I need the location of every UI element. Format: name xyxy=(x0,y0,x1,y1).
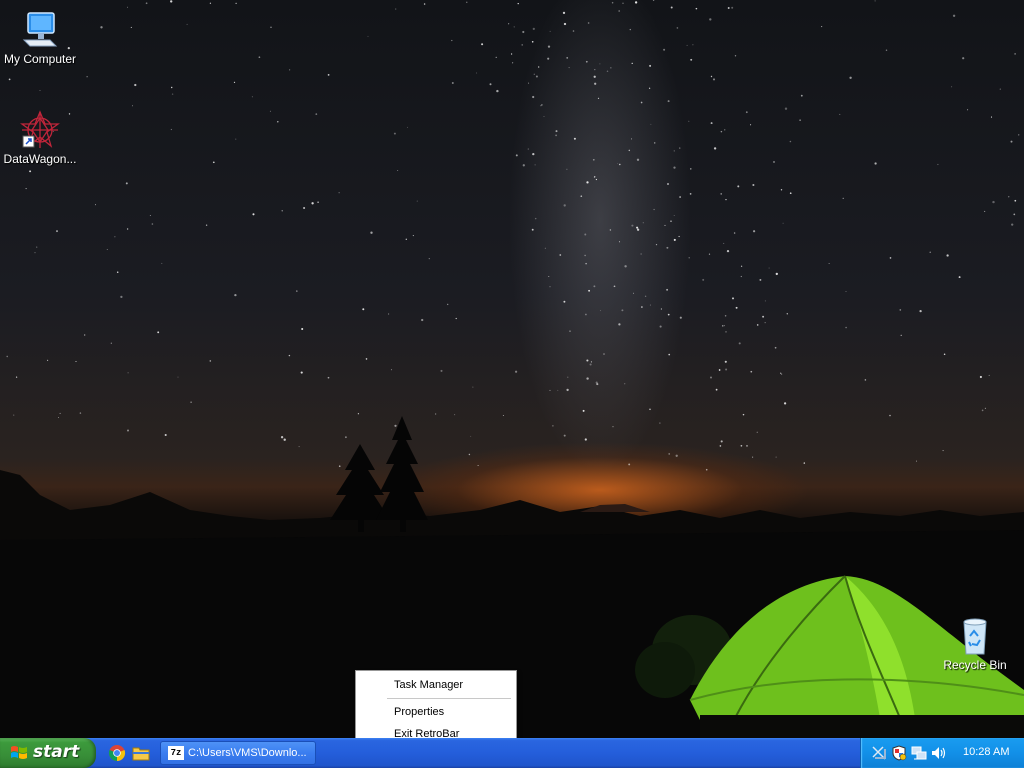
computer-icon xyxy=(20,10,60,50)
datawagon-shortcut[interactable]: DataWagon... xyxy=(0,110,80,166)
menu-item-label: Properties xyxy=(394,706,445,718)
chrome-icon[interactable] xyxy=(108,744,126,762)
network-disconnected-icon[interactable] xyxy=(871,745,887,761)
recycle-bin-icon xyxy=(955,616,995,656)
datawagon-icon xyxy=(20,110,60,150)
menu-separator xyxy=(387,698,511,699)
task-button-7zip[interactable]: 7z C:\Users\VMS\Downlo... xyxy=(160,741,316,765)
my-computer-shortcut[interactable]: My Computer xyxy=(0,10,80,66)
windows-logo-icon xyxy=(11,746,27,759)
start-label: start xyxy=(33,742,80,762)
datawagon-label: DataWagon... xyxy=(3,152,77,166)
task-button-label: C:\Users\VMS\Downlo... xyxy=(188,747,307,759)
security-shield-icon[interactable] xyxy=(891,745,907,761)
menu-item-label: Task Manager xyxy=(394,679,464,691)
menu-item-properties[interactable]: Properties xyxy=(359,702,512,722)
recycle-bin-label: Recycle Bin xyxy=(943,658,1007,672)
clock[interactable]: 10:28 AM xyxy=(963,746,1009,758)
desktop[interactable]: My Computer DataWagon... Recycle Bin xyxy=(0,0,1024,738)
file-explorer-icon[interactable] xyxy=(132,744,150,762)
volume-icon[interactable] xyxy=(931,745,947,761)
system-tray: 10:28 AM xyxy=(860,738,1024,768)
menu-item-task-manager[interactable]: Task Manager xyxy=(359,675,512,695)
start-button[interactable]: start xyxy=(0,738,96,768)
network-icon[interactable] xyxy=(911,745,927,761)
7zip-icon: 7z xyxy=(168,746,184,760)
recycle-bin-shortcut[interactable]: Recycle Bin xyxy=(935,616,1015,672)
my-computer-label: My Computer xyxy=(3,52,77,66)
taskbar[interactable]: start 7z C:\Users\VMS\Downlo... 10:28 AM xyxy=(0,738,1024,768)
